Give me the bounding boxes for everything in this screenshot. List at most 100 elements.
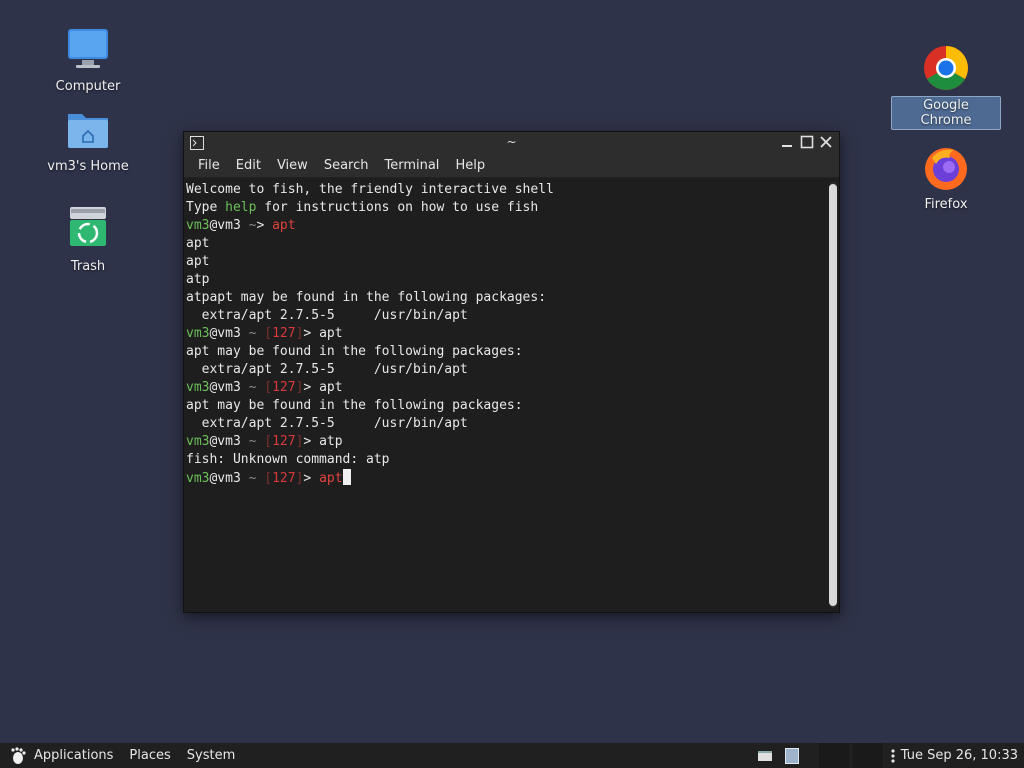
terminal-text: extra/apt 2.7.5-5 /usr/bin/apt [186,362,468,377]
terminal-text: vm3 [186,218,210,233]
terminal-line: apt [186,253,823,271]
places-label: Places [129,748,171,763]
taskbar: Applications Places System Tue Sep 26, 1… [0,743,1024,768]
clock[interactable]: Tue Sep 26, 10:33 [901,748,1018,763]
terminal-text: @vm3 [209,380,249,395]
terminal-line: vm3@vm3 ~ [127]> atp [186,433,823,451]
terminal-text: vm3 [186,380,210,395]
show-desktop-icon[interactable] [757,748,773,764]
desktop-icon-trash[interactable]: Trash [33,206,143,275]
terminal-line: apt may be found in the following packag… [186,397,823,415]
terminal-text: for instructions on how to use fish [256,200,539,215]
terminal-line: vm3@vm3 ~ [127]> apt [186,379,823,397]
kebab-menu-icon[interactable] [891,748,895,764]
terminal-text: @vm3 [209,471,249,486]
desktop-icon-computer[interactable]: Computer [33,26,143,95]
workspace-switcher-icon[interactable] [784,747,799,764]
terminal-line: atp [186,271,823,289]
terminal-text: [ [264,326,273,341]
terminal-text: apt [186,254,210,269]
desktop-icon-label: vm3's Home [47,159,129,174]
menu-terminal[interactable]: Terminal [376,158,447,173]
terminal-line: extra/apt 2.7.5-5 /usr/bin/apt [186,307,823,325]
terminal-text: vm3 [186,326,210,341]
system-menu[interactable]: System [187,748,235,763]
computer-icon [64,26,112,74]
terminal-text: [ [264,471,273,486]
terminal-text: fish: Unknown command: atp [186,452,390,467]
trash-icon [64,206,112,254]
system-label: System [186,748,236,763]
terminal-text: > atp [303,434,343,449]
terminal-text: apt may be found in the following packag… [186,344,523,359]
taskbar-tray: Tue Sep 26, 10:33 [757,743,1024,768]
terminal-line: atpapt may be found in the following pac… [186,289,823,307]
home-folder-icon [64,106,112,154]
text-cursor [342,469,351,485]
desktop-icon-firefox[interactable]: Firefox [891,144,1001,213]
terminal-text: apt [319,471,343,486]
scrollbar[interactable] [829,182,837,608]
terminal-text: > apt [303,326,343,341]
menu-file[interactable]: File [190,158,228,173]
desktop-icon-label: Google Chrome [891,96,1001,130]
desktop-icon-label: Trash [70,259,106,274]
firefox-icon [922,144,970,192]
terminal-line: vm3@vm3 ~ [127]> apt [186,469,823,487]
menu-view[interactable]: View [269,158,316,173]
terminal-text: [ [264,434,273,449]
terminal-text: > [303,471,320,486]
terminal-text: extra/apt 2.7.5-5 /usr/bin/apt [186,308,468,323]
terminal-line: fish: Unknown command: atp [186,451,823,469]
close-button[interactable] [818,134,834,150]
terminal-text: extra/apt 2.7.5-5 /usr/bin/apt [186,416,468,431]
menu-help[interactable]: Help [447,158,493,173]
terminal-text: vm3 [186,471,210,486]
terminal-text: apt [272,218,296,233]
terminal-text: Type [186,200,226,215]
menu-edit[interactable]: Edit [228,158,269,173]
terminal-text: Welcome to fish, the friendly interactiv… [186,182,554,197]
terminal-text: 127 [272,434,296,449]
chrome-icon [922,44,970,92]
scrollbar-thumb[interactable] [829,184,837,606]
gnome-foot-icon [10,746,28,765]
terminal-line: extra/apt 2.7.5-5 /usr/bin/apt [186,361,823,379]
terminal-text: > [256,218,273,233]
desktop-icon-chrome[interactable]: Google Chrome [891,44,1001,130]
terminal-line: extra/apt 2.7.5-5 /usr/bin/apt [186,415,823,433]
desktop-icon-label: Firefox [924,197,968,212]
applications-menu[interactable]: Applications [10,746,114,765]
terminal-text: 127 [272,471,296,486]
terminal-text: @vm3 [209,434,249,449]
minimize-button[interactable] [779,134,795,150]
terminal-text: atp [186,272,210,287]
places-menu[interactable]: Places [129,748,170,763]
terminal-text: apt [186,236,210,251]
terminal-text: > apt [303,380,343,395]
applications-label: Applications [34,748,114,763]
maximize-button[interactable] [799,134,815,150]
terminal-line: apt may be found in the following packag… [186,343,823,361]
workspace-slot[interactable] [852,743,883,768]
terminal-line: vm3@vm3 ~> apt [186,217,823,235]
terminal-text: help [225,200,257,215]
desktop-icon-label: Computer [55,79,121,94]
desktop-icon-home[interactable]: vm3's Home [33,106,143,175]
window-title: ~ [506,135,517,149]
terminal-text: @vm3 [209,326,249,341]
terminal-text: [ [264,380,273,395]
menu-bar: File Edit View Search Terminal Help [184,154,839,178]
terminal-text: vm3 [186,434,210,449]
terminal-line: Type help for instructions on how to use… [186,199,823,217]
window-titlebar[interactable]: ~ [184,132,839,154]
terminal-line: apt [186,235,823,253]
menu-search[interactable]: Search [316,158,377,173]
terminal-text: 127 [272,326,296,341]
terminal-line: Welcome to fish, the friendly interactiv… [186,181,823,199]
workspace-slot[interactable] [818,743,849,768]
terminal-window[interactable]: ~ File Edit View Search Terminal Help We… [183,131,840,613]
terminal-text: @vm3 [209,218,249,233]
terminal-output[interactable]: Welcome to fish, the friendly interactiv… [184,179,825,612]
terminal-text: 127 [272,380,296,395]
